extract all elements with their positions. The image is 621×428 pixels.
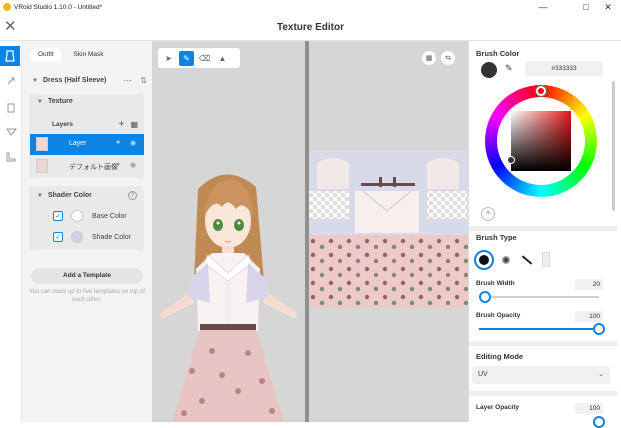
brush-type-title: Brush Type [476,233,517,242]
grid-toggle-icon[interactable]: ▦ [422,51,436,65]
layer-item-selected[interactable]: Layer ● ◉ [30,134,144,155]
character-model [160,174,297,422]
pen-tool-icon[interactable]: ✎ [179,50,194,66]
shade-color-checkbox[interactable]: ✓ [53,232,63,242]
chevron-down-icon[interactable]: ▼ [32,78,38,84]
mirror-toggle-icon[interactable]: ⇆ [441,51,455,65]
brush-width-slider[interactable] [479,291,599,303]
window-close-button[interactable]: ✕ [593,0,621,14]
chevron-down-icon[interactable]: ▼ [37,193,43,199]
add-swatch-button[interactable]: + [481,207,495,221]
soft-brush-option[interactable] [502,256,510,264]
eyedropper-icon[interactable]: ✎ [505,63,513,74]
brush-settings-panel: Brush Color ✎ #333333 + Brush Type Brush… [468,41,621,428]
help-icon[interactable]: ? [128,191,137,200]
lock-icon[interactable]: ● [116,139,120,146]
outfit-category-icon[interactable] [0,46,20,66]
category-rail [0,41,22,422]
brush-width-label: Brush Width [476,280,515,287]
fill-tool-icon[interactable]: ▲ [215,51,230,66]
tab-outfit[interactable]: Outfit [30,48,62,62]
lock-icon[interactable]: ● [116,161,120,168]
template-hint: You can stack up to five templates on to… [29,289,145,303]
section-divider [469,341,617,346]
editing-mode-title: Editing Mode [476,352,524,361]
tab-skin-mask[interactable]: Skin Mask [66,48,112,62]
brush-opacity-slider[interactable] [479,323,605,335]
brush-opacity-label: Brush Opacity [476,312,521,319]
select-tool-icon[interactable]: ➤ [161,51,176,66]
visibility-icon[interactable]: ◉ [130,139,136,147]
layer-name: デフォルト画像 [69,164,118,171]
shade-color-label: Shade Color [92,233,131,241]
line-brush-option[interactable] [521,255,533,265]
more-icon[interactable]: ⋯ [123,75,132,86]
color-picker-handle[interactable] [507,156,515,164]
section-divider [469,226,617,231]
bottoms-category-icon[interactable] [3,124,19,140]
editor-header: ✕ Texture Editor [0,14,621,41]
base-color-swatch[interactable] [71,210,83,222]
minimize-button[interactable]: — [528,0,558,14]
tops-category-icon[interactable] [3,99,19,115]
chevron-down-icon: ⌄ [598,371,604,378]
brush-color-title: Brush Color [476,49,520,58]
hex-color-input[interactable]: #333333 [525,61,603,76]
layer-item[interactable]: デフォルト画像 ● ◉ [30,156,144,177]
layer-opacity-label: Layer Opacity [476,404,519,411]
model-viewport[interactable] [152,41,305,422]
eraser-tool-icon[interactable]: ⌫ [197,51,212,66]
layer-thumbnail [36,137,48,151]
base-color-checkbox[interactable]: ✓ [53,211,63,221]
current-color-swatch[interactable] [481,62,497,78]
shoes-category-icon[interactable] [3,149,19,165]
left-panel: Outfit Skin Mask ▼ Dress (Half Sleeve) ⋯… [22,41,152,422]
brush-width-value[interactable]: 20 [575,279,603,290]
panel-scrollbar[interactable] [612,81,615,211]
page-title: Texture Editor [276,22,345,33]
uv-viewport[interactable] [309,41,468,422]
uv-texture [309,151,468,307]
layer-opacity-knob[interactable] [593,416,605,428]
visibility-icon[interactable]: ◉ [130,161,136,169]
shader-color-label: Shader Color [47,192,92,199]
section-divider [469,391,617,396]
item-title: Dress (Half Sleeve) [42,77,107,84]
app-icon [3,3,11,11]
saturation-square[interactable] [511,111,571,171]
settings-icon[interactable]: ⇅ [140,76,147,85]
shade-color-swatch[interactable] [71,231,83,243]
layer-thumbnail [36,159,48,173]
brush-opacity-value[interactable]: 100 [575,311,603,322]
editing-mode-value: UV [478,371,488,378]
hue-handle[interactable] [536,86,546,96]
editing-mode-select[interactable]: UV ⌄ [472,366,610,384]
add-layer-icon[interactable]: + [119,119,125,130]
base-color-label: Base Color [92,212,127,220]
texture-brush-option[interactable] [542,252,550,267]
layer-name: Layer [69,140,87,147]
texture-label: Texture [47,98,73,105]
layers-label: Layers [52,121,73,128]
import-image-icon[interactable]: ▦ [130,120,138,129]
accessory-category-icon[interactable] [3,73,19,89]
tool-palette: ➤ ✎ ⌫ ▲ [158,48,240,68]
add-template-button[interactable]: Add a Template [31,268,143,284]
hard-brush-option[interactable] [474,250,494,270]
window-title: VRoid Studio 1.10.0 - Untitled* [14,3,103,11]
chevron-down-icon[interactable]: ▼ [37,99,43,105]
layer-opacity-value[interactable]: 100 [575,403,603,414]
